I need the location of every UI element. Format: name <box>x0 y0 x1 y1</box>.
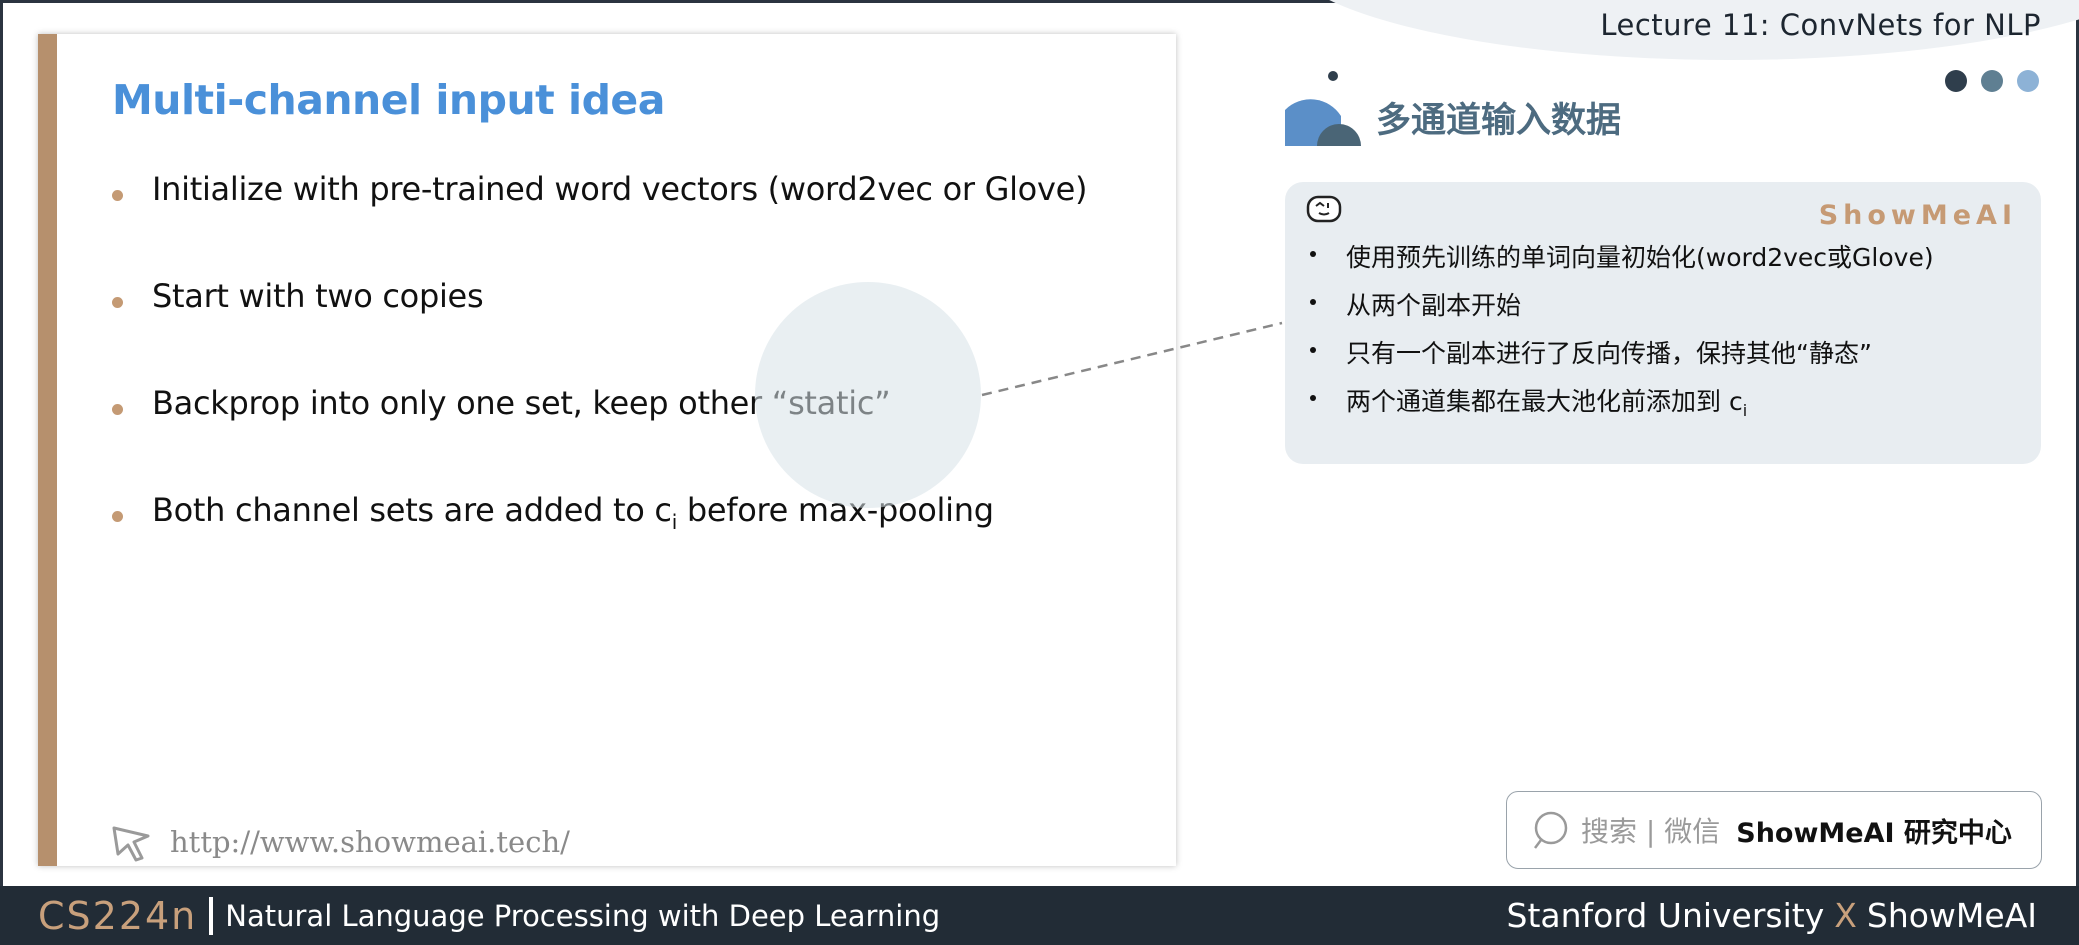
robot-icon <box>1306 195 1342 223</box>
search-brand: ShowMeAI 研究中心 <box>1736 817 2012 849</box>
partner-name: ShowMeAI <box>1866 896 2037 935</box>
note-text: 从两个副本开始 <box>1346 291 1522 320</box>
note-text: 使用预先训练的单词向量初始化(word2vec或Glove) <box>1346 243 1934 272</box>
course-code: CS224n <box>38 893 198 938</box>
course-name: Natural Language Processing with Deep Le… <box>225 898 941 933</box>
university-info: Stanford University X ShowMeAI <box>1507 886 2037 945</box>
link-url[interactable]: http://www.showmeai.tech/ <box>170 825 570 859</box>
note-item: 只有一个副本进行了反向传播，保持其他“静态” <box>1306 334 2026 382</box>
search-box[interactable]: 搜索 | 微信 ShowMeAI 研究中心 <box>1506 791 2042 869</box>
brand-label: ShowMeAI <box>1818 200 2017 231</box>
note-list: 使用预先训练的单词向量初始化(word2vec或Glove) 从两个副本开始 只… <box>1306 238 2026 430</box>
subscript: i <box>1742 401 1748 420</box>
section-icon <box>1285 71 1361 146</box>
x-separator: X <box>1834 896 1857 935</box>
slide-link[interactable]: http://www.showmeai.tech/ <box>108 818 570 866</box>
footer-bar: CS224n Natural Language Processing with … <box>0 886 2079 945</box>
note-item: 从两个副本开始 <box>1306 286 2026 334</box>
course-info: CS224n Natural Language Processing with … <box>38 886 940 945</box>
section-title: 多通道输入数据 <box>1376 101 1622 141</box>
note-text: 只有一个副本进行了反向传播，保持其他“静态” <box>1346 339 1872 368</box>
search-label: 搜索 | 微信 <box>1581 815 1721 848</box>
note-item: 使用预先训练的单词向量初始化(word2vec或Glove) <box>1306 238 2026 286</box>
footer-divider <box>209 896 214 935</box>
search-icon <box>1534 811 1568 849</box>
note-text: 两个通道集都在最大池化前添加到 c <box>1346 387 1743 416</box>
cursor-icon <box>112 826 150 862</box>
university-name: Stanford University <box>1506 896 1825 935</box>
note-item: 两个通道集都在最大池化前添加到 ci <box>1306 382 2026 430</box>
